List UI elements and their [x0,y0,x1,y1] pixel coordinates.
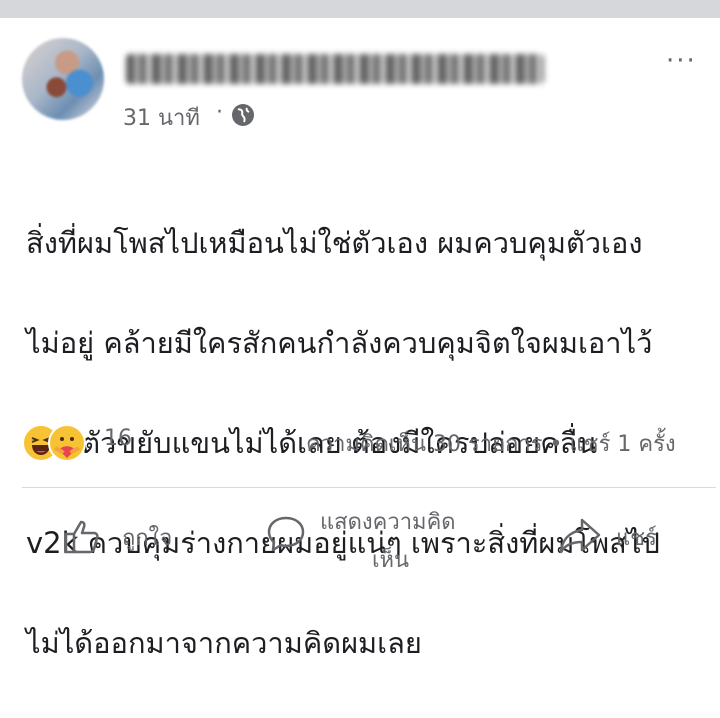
reaction-count[interactable]: 16 [104,426,132,451]
thumbs-up-icon [64,520,99,554]
like-label: ถูกใจ [122,526,173,551]
author-name-blurred[interactable] [126,54,544,84]
globe-icon[interactable] [231,103,255,127]
share-label: แชร์ [616,526,657,551]
care-emoji-icon [48,424,86,462]
post-line-5: ไม่ได้ออกมาจากความคิดผมเลย [26,626,422,660]
post-line-1: สิ่งที่ผมโพสไปเหมือนไม่ใช่ตัวเอง ผมควบคุ… [26,226,643,260]
share-arrow-icon [559,518,601,554]
avatar[interactable] [22,38,104,120]
comment-label-line2: เห็น [372,548,410,573]
share-button[interactable]: แชร์ [558,508,708,568]
like-button[interactable]: ถูกใจ [62,508,232,568]
top-strip [0,0,720,18]
comment-bubble-icon [267,516,305,552]
divider [22,487,716,488]
post-line-2: ไม่อยู่ คล้ายมีใครสักคนกำลังควบคุมจิตใจผ… [26,326,653,360]
more-options-button[interactable]: ··· [666,46,697,76]
comment-button[interactable]: แสดงความคิด เห็น [262,504,492,584]
comment-label-line1: แสดงความคิด [320,510,456,535]
post-timestamp[interactable]: 31 นาที [123,100,200,135]
post-card: ··· 31 นาที · สิ่งที่ผมโพสไปเหมือนไม่ใช่… [0,18,720,660]
separator: · [216,100,223,125]
comment-share-stats[interactable]: ความคิดเห็น 30 รายการ • แชร์ 1 ครั้ง [306,426,676,461]
